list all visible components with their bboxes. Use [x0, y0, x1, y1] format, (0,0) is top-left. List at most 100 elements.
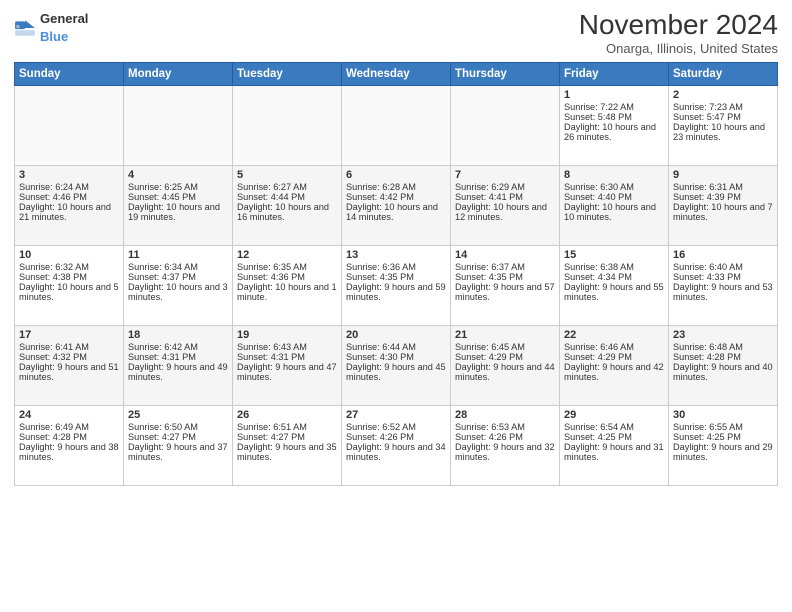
day-info-line: Daylight: 10 hours and 26 minutes. [564, 122, 664, 142]
day-number: 13 [346, 249, 446, 261]
day-number: 15 [564, 249, 664, 261]
logo-icon: G [14, 17, 36, 39]
day-number: 20 [346, 329, 446, 341]
day-info-line: Sunset: 4:25 PM [564, 432, 664, 442]
day-info-line: Daylight: 9 hours and 34 minutes. [346, 442, 446, 462]
day-info-line: Sunset: 4:31 PM [128, 352, 228, 362]
day-number: 8 [564, 169, 664, 181]
day-info-line: Sunset: 4:30 PM [346, 352, 446, 362]
day-info-line: Sunrise: 6:41 AM [19, 342, 119, 352]
day-number: 6 [346, 169, 446, 181]
day-info-line: Daylight: 9 hours and 49 minutes. [128, 362, 228, 382]
day-info-line: Sunset: 4:33 PM [673, 272, 773, 282]
calendar-cell: 13Sunrise: 6:36 AMSunset: 4:35 PMDayligh… [342, 245, 451, 325]
calendar-cell: 1Sunrise: 7:22 AMSunset: 5:48 PMDaylight… [560, 85, 669, 165]
calendar-cell: 16Sunrise: 6:40 AMSunset: 4:33 PMDayligh… [669, 245, 778, 325]
day-info-line: Sunset: 4:45 PM [128, 192, 228, 202]
calendar-cell: 5Sunrise: 6:27 AMSunset: 4:44 PMDaylight… [233, 165, 342, 245]
day-number: 4 [128, 169, 228, 181]
calendar-cell: 20Sunrise: 6:44 AMSunset: 4:30 PMDayligh… [342, 325, 451, 405]
logo-text: General Blue [40, 10, 88, 46]
day-number: 29 [564, 409, 664, 421]
day-info-line: Sunset: 4:34 PM [564, 272, 664, 282]
day-info-line: Sunrise: 6:36 AM [346, 262, 446, 272]
day-info-line: Sunrise: 6:48 AM [673, 342, 773, 352]
calendar-cell: 21Sunrise: 6:45 AMSunset: 4:29 PMDayligh… [451, 325, 560, 405]
day-info-line: Sunrise: 6:37 AM [455, 262, 555, 272]
day-header-saturday: Saturday [669, 62, 778, 85]
day-info-line: Daylight: 10 hours and 7 minutes. [673, 202, 773, 222]
day-number: 22 [564, 329, 664, 341]
day-info-line: Sunrise: 6:35 AM [237, 262, 337, 272]
day-info-line: Sunrise: 6:28 AM [346, 182, 446, 192]
day-info-line: Sunrise: 6:44 AM [346, 342, 446, 352]
calendar-cell: 26Sunrise: 6:51 AMSunset: 4:27 PMDayligh… [233, 405, 342, 485]
day-info-line: Daylight: 9 hours and 37 minutes. [128, 442, 228, 462]
calendar-cell: 2Sunrise: 7:23 AMSunset: 5:47 PMDaylight… [669, 85, 778, 165]
day-info-line: Sunrise: 6:54 AM [564, 422, 664, 432]
day-number: 24 [19, 409, 119, 421]
calendar-cell: 23Sunrise: 6:48 AMSunset: 4:28 PMDayligh… [669, 325, 778, 405]
day-info-line: Daylight: 9 hours and 32 minutes. [455, 442, 555, 462]
day-info-line: Daylight: 9 hours and 47 minutes. [237, 362, 337, 382]
calendar-cell [124, 85, 233, 165]
day-info-line: Sunrise: 6:42 AM [128, 342, 228, 352]
day-info-line: Sunrise: 6:40 AM [673, 262, 773, 272]
day-number: 26 [237, 409, 337, 421]
day-info-line: Sunrise: 6:24 AM [19, 182, 119, 192]
day-headers-row: SundayMondayTuesdayWednesdayThursdayFrid… [15, 62, 778, 85]
day-number: 16 [673, 249, 773, 261]
day-info-line: Daylight: 9 hours and 59 minutes. [346, 282, 446, 302]
day-info-line: Sunrise: 6:38 AM [564, 262, 664, 272]
day-info-line: Sunset: 4:35 PM [346, 272, 446, 282]
day-info-line: Sunrise: 6:27 AM [237, 182, 337, 192]
day-info-line: Sunrise: 6:30 AM [564, 182, 664, 192]
calendar-cell: 3Sunrise: 6:24 AMSunset: 4:46 PMDaylight… [15, 165, 124, 245]
day-info-line: Daylight: 9 hours and 53 minutes. [673, 282, 773, 302]
header-row: G General Blue November 2024 Onarga, Ill… [14, 10, 778, 56]
calendar-cell: 22Sunrise: 6:46 AMSunset: 4:29 PMDayligh… [560, 325, 669, 405]
day-header-thursday: Thursday [451, 62, 560, 85]
day-info-line: Daylight: 9 hours and 44 minutes. [455, 362, 555, 382]
month-title: November 2024 [579, 10, 778, 41]
day-info-line: Sunrise: 6:43 AM [237, 342, 337, 352]
day-info-line: Daylight: 10 hours and 19 minutes. [128, 202, 228, 222]
day-info-line: Sunset: 4:29 PM [455, 352, 555, 362]
day-info-line: Sunrise: 7:22 AM [564, 102, 664, 112]
svg-text:G: G [16, 24, 20, 29]
calendar-cell: 24Sunrise: 6:49 AMSunset: 4:28 PMDayligh… [15, 405, 124, 485]
day-number: 1 [564, 89, 664, 101]
day-info-line: Sunset: 4:35 PM [455, 272, 555, 282]
logo-blue: Blue [40, 29, 68, 44]
title-block: November 2024 Onarga, Illinois, United S… [579, 10, 778, 56]
day-info-line: Daylight: 9 hours and 31 minutes. [564, 442, 664, 462]
day-info-line: Sunrise: 6:50 AM [128, 422, 228, 432]
day-number: 9 [673, 169, 773, 181]
week-row-1: 3Sunrise: 6:24 AMSunset: 4:46 PMDaylight… [15, 165, 778, 245]
day-number: 11 [128, 249, 228, 261]
day-number: 18 [128, 329, 228, 341]
day-info-line: Daylight: 9 hours and 42 minutes. [564, 362, 664, 382]
day-info-line: Sunrise: 6:53 AM [455, 422, 555, 432]
day-info-line: Daylight: 9 hours and 51 minutes. [19, 362, 119, 382]
day-info-line: Daylight: 9 hours and 29 minutes. [673, 442, 773, 462]
day-info-line: Sunrise: 6:45 AM [455, 342, 555, 352]
day-info-line: Sunset: 4:25 PM [673, 432, 773, 442]
calendar-cell: 15Sunrise: 6:38 AMSunset: 4:34 PMDayligh… [560, 245, 669, 325]
day-info-line: Sunset: 4:26 PM [346, 432, 446, 442]
day-info-line: Daylight: 10 hours and 14 minutes. [346, 202, 446, 222]
day-info-line: Sunrise: 7:23 AM [673, 102, 773, 112]
calendar-cell: 9Sunrise: 6:31 AMSunset: 4:39 PMDaylight… [669, 165, 778, 245]
day-info-line: Sunrise: 6:34 AM [128, 262, 228, 272]
day-info-line: Sunset: 4:39 PM [673, 192, 773, 202]
calendar-cell: 7Sunrise: 6:29 AMSunset: 4:41 PMDaylight… [451, 165, 560, 245]
day-info-line: Daylight: 10 hours and 12 minutes. [455, 202, 555, 222]
day-number: 2 [673, 89, 773, 101]
day-number: 25 [128, 409, 228, 421]
calendar-cell: 10Sunrise: 6:32 AMSunset: 4:38 PMDayligh… [15, 245, 124, 325]
day-info-line: Sunset: 4:27 PM [237, 432, 337, 442]
day-info-line: Daylight: 9 hours and 55 minutes. [564, 282, 664, 302]
calendar-cell: 30Sunrise: 6:55 AMSunset: 4:25 PMDayligh… [669, 405, 778, 485]
calendar-cell: 12Sunrise: 6:35 AMSunset: 4:36 PMDayligh… [233, 245, 342, 325]
day-header-wednesday: Wednesday [342, 62, 451, 85]
